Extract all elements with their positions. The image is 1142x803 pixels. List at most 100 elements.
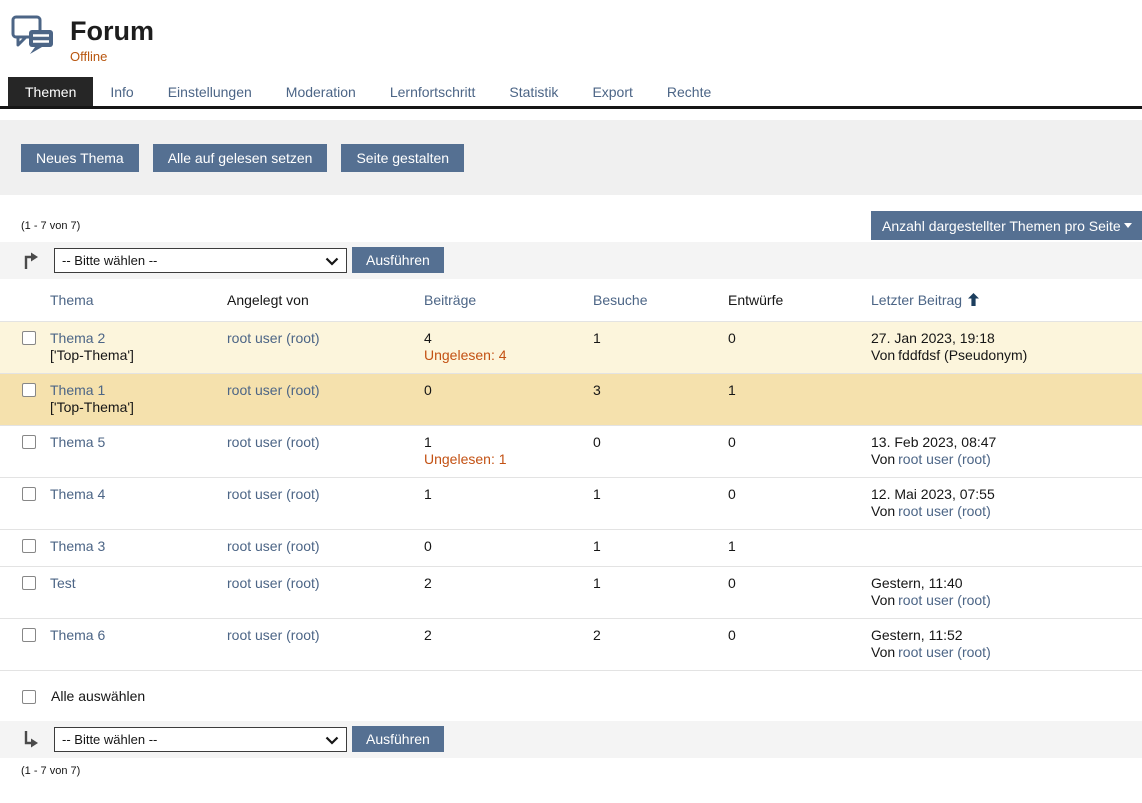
- author-link[interactable]: root user (root): [227, 538, 320, 554]
- table-row: Thema 2 ['Top-Thema'] root user (root) 4…: [0, 321, 1142, 373]
- author-link[interactable]: root user (root): [227, 330, 320, 346]
- tab-info[interactable]: Info: [93, 77, 150, 106]
- drafts-count: 0: [728, 426, 871, 477]
- byline-prefix: Von: [871, 644, 895, 660]
- bulk-action-select-bottom[interactable]: -- Bitte wählen --: [54, 727, 347, 752]
- posts-count: 0: [424, 382, 583, 399]
- last-post-byline: Vonfddfdsf (Pseudonym): [871, 347, 1132, 364]
- last-post-date: 12. Mai 2023, 07:55: [871, 486, 1132, 503]
- column-header: Letzter Beitrag: [871, 279, 1142, 321]
- row-select-checkbox[interactable]: [22, 331, 36, 345]
- last-post-author[interactable]: root user (root): [898, 451, 991, 467]
- last-post-byline: Vonroot user (root): [871, 451, 1132, 468]
- table-header-row: Thema Angelegt von Beiträge Besuche: [0, 279, 1142, 321]
- result-count-top: (1 - 7 von 7): [21, 220, 80, 232]
- table-row: Test root user (root) 2 1 0 Gestern, 11:…: [0, 566, 1142, 618]
- last-post-author: fddfdsf (Pseudonym): [898, 347, 1027, 363]
- visits-count: 1: [593, 478, 728, 529]
- column-header-label[interactable]: Besuche: [593, 292, 647, 308]
- table-row: Thema 6 root user (root) 2 2 0 Gestern, …: [0, 618, 1142, 670]
- visits-count: 3: [593, 374, 728, 425]
- apply-top-icon: [22, 251, 39, 270]
- last-post-byline: Vonroot user (root): [871, 592, 1132, 609]
- row-select-checkbox[interactable]: [22, 539, 36, 553]
- bulk-action-row-top: -- Bitte wählen -- Ausführen: [0, 242, 1142, 279]
- header-checkbox-spacer: [0, 279, 50, 321]
- topic-subtitle: ['Top-Thema']: [50, 347, 217, 364]
- column-header: Beiträge: [424, 279, 593, 321]
- author-link[interactable]: root user (root): [227, 627, 320, 643]
- topic-subtitle: ['Top-Thema']: [50, 399, 217, 416]
- tab-export[interactable]: Export: [575, 77, 649, 106]
- table-row: Thema 4 root user (root) 1 1 0 12. Mai 2…: [0, 477, 1142, 529]
- drafts-count: 0: [728, 567, 871, 618]
- column-header: Besuche: [593, 279, 728, 321]
- row-select-checkbox[interactable]: [22, 487, 36, 501]
- bulk-action-row-bottom: -- Bitte wählen -- Ausführen: [0, 721, 1142, 758]
- tab-moderation[interactable]: Moderation: [269, 77, 373, 106]
- select-all-checkbox[interactable]: [22, 690, 36, 704]
- column-header-label: Angelegt von: [227, 292, 309, 308]
- visits-count: 2: [593, 619, 728, 670]
- topic-link[interactable]: Thema 2: [50, 330, 105, 346]
- topic-link[interactable]: Thema 3: [50, 538, 105, 554]
- last-post-author[interactable]: root user (root): [898, 644, 991, 660]
- unread-link[interactable]: Ungelesen: 4: [424, 347, 583, 364]
- per-page-menu-button[interactable]: Anzahl dargestellter Themen pro Seite: [871, 211, 1142, 240]
- author-link[interactable]: root user (root): [227, 575, 320, 591]
- tab-themen[interactable]: Themen: [8, 77, 93, 106]
- visits-count: 1: [593, 567, 728, 618]
- row-select-checkbox[interactable]: [22, 628, 36, 642]
- last-post-author[interactable]: root user (root): [898, 503, 991, 519]
- drafts-count: 0: [728, 478, 871, 529]
- topic-link[interactable]: Thema 1: [50, 382, 105, 398]
- caret-down-icon: [1124, 223, 1132, 228]
- column-header: Entwürfe: [728, 279, 871, 321]
- last-post-date: Gestern, 11:52: [871, 627, 1132, 644]
- table-row: Thema 1 ['Top-Thema'] root user (root) 0…: [0, 373, 1142, 425]
- tab-lernfortschritt[interactable]: Lernfortschritt: [373, 77, 493, 106]
- bulk-action-select-top[interactable]: -- Bitte wählen --: [54, 248, 347, 273]
- drafts-count: 1: [728, 374, 871, 425]
- topic-link[interactable]: Thema 5: [50, 434, 105, 450]
- last-post-date: Gestern, 11:40: [871, 575, 1132, 592]
- topics-table: Thema Angelegt von Beiträge Besuche: [0, 279, 1142, 671]
- table-body: Thema 2 ['Top-Thema'] root user (root) 4…: [0, 321, 1142, 671]
- author-link[interactable]: root user (root): [227, 486, 320, 502]
- last-post-date: 13. Feb 2023, 08:47: [871, 434, 1132, 451]
- drafts-count: 0: [728, 322, 871, 373]
- bulk-action-select-wrap: -- Bitte wählen --: [54, 248, 347, 273]
- tab-statistik[interactable]: Statistik: [492, 77, 575, 106]
- tab-rechte[interactable]: Rechte: [650, 77, 728, 106]
- topic-link[interactable]: Thema 6: [50, 627, 105, 643]
- row-select-checkbox[interactable]: [22, 383, 36, 397]
- row-select-checkbox[interactable]: [22, 576, 36, 590]
- page-title: Forum: [70, 16, 154, 46]
- tab-einstellungen[interactable]: Einstellungen: [151, 77, 269, 106]
- button-seite-gestalten[interactable]: Seite gestalten: [341, 144, 464, 172]
- toolbar: Neues Thema Alle auf gelesen setzen Seit…: [0, 120, 1142, 195]
- result-count-bottom: (1 - 7 von 7): [21, 765, 1142, 777]
- author-link[interactable]: root user (root): [227, 382, 320, 398]
- posts-count: 2: [424, 627, 583, 644]
- last-post-byline: Vonroot user (root): [871, 644, 1132, 661]
- column-header-label[interactable]: Letzter Beitrag: [871, 292, 962, 308]
- posts-count: 1: [424, 434, 583, 451]
- meta-row: (1 - 7 von 7) Anzahl dargestellter Theme…: [0, 211, 1142, 240]
- execute-button-top[interactable]: Ausführen: [352, 247, 444, 273]
- topic-link[interactable]: Test: [50, 575, 76, 591]
- button-neues-thema[interactable]: Neues Thema: [21, 144, 139, 172]
- posts-count: 1: [424, 486, 583, 503]
- author-link[interactable]: root user (root): [227, 434, 320, 450]
- byline-prefix: Von: [871, 451, 895, 467]
- column-header-label[interactable]: Beiträge: [424, 292, 476, 308]
- execute-button-bottom[interactable]: Ausführen: [352, 726, 444, 752]
- unread-link[interactable]: Ungelesen: 1: [424, 451, 583, 468]
- row-select-checkbox[interactable]: [22, 435, 36, 449]
- last-post-author[interactable]: root user (root): [898, 592, 991, 608]
- column-header-label[interactable]: Thema: [50, 292, 94, 308]
- button-alle-auf-gelesen-setzen[interactable]: Alle auf gelesen setzen: [153, 144, 328, 172]
- apply-bottom-icon: [22, 730, 39, 749]
- drafts-count: 1: [728, 530, 871, 566]
- topic-link[interactable]: Thema 4: [50, 486, 105, 502]
